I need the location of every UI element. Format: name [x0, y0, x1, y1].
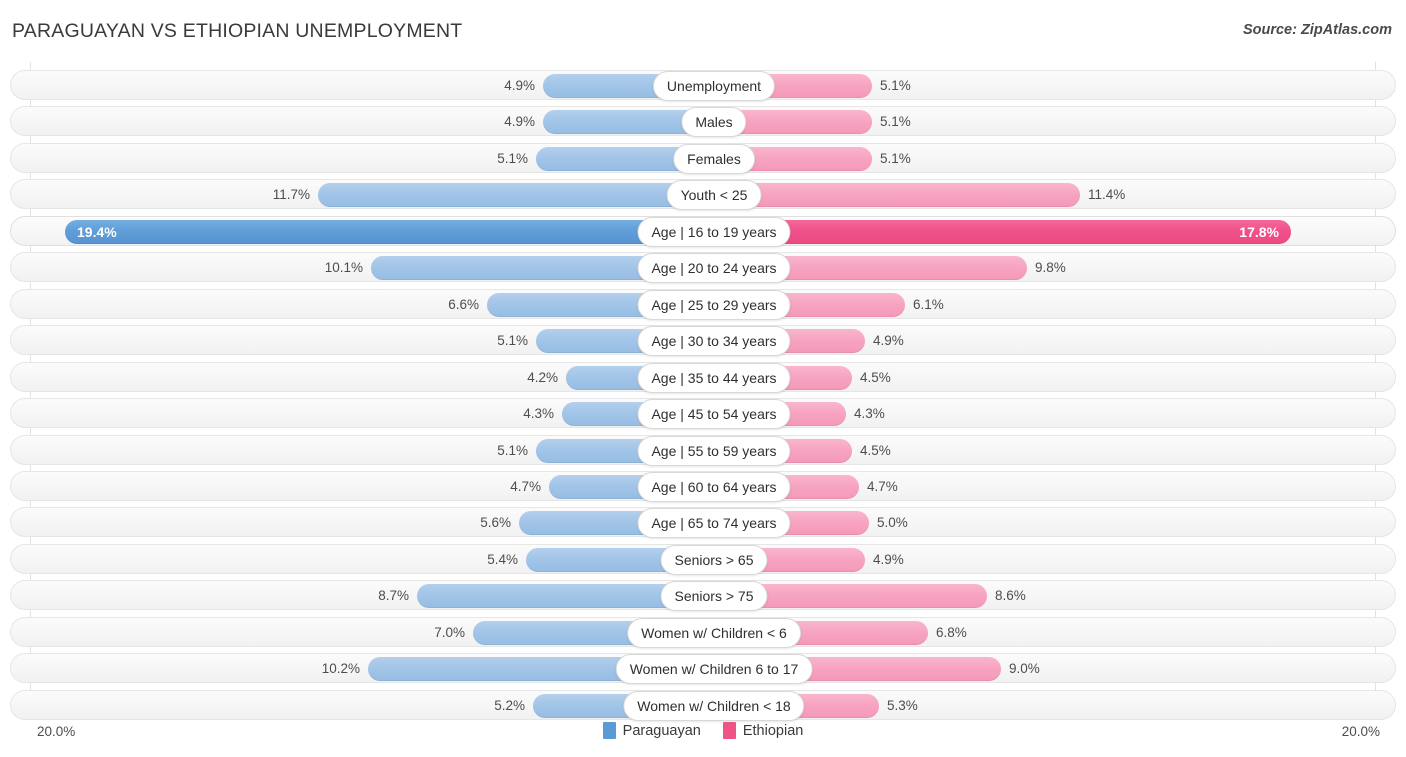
- value-label-ethiopian: 4.3%: [854, 406, 885, 422]
- table-row[interactable]: 8.7% 8.6% Seniors > 75: [10, 580, 1396, 612]
- chart-header: PARAGUAYAN VS ETHIOPIAN UNEMPLOYMENT Sou…: [0, 0, 1406, 62]
- table-row[interactable]: 7.0% 6.8% Women w/ Children < 6: [10, 616, 1396, 648]
- chart-legend: Paraguayan Ethiopian: [0, 722, 1406, 739]
- table-row[interactable]: 10.1% 9.8% Age | 20 to 24 years: [10, 252, 1396, 284]
- bar-paraguayan: [543, 110, 704, 135]
- value-label-ethiopian: 11.4%: [1088, 187, 1126, 203]
- category-label-pill[interactable]: Women w/ Children 6 to 17: [615, 654, 813, 685]
- value-label-paraguayan: 4.9%: [504, 114, 535, 130]
- table-row[interactable]: 5.6% 5.0% Age | 65 to 74 years: [10, 507, 1396, 539]
- value-label-paraguayan: 5.1%: [497, 333, 528, 349]
- legend-swatch-icon: [722, 722, 736, 739]
- category-label-pill[interactable]: Women w/ Children < 6: [627, 617, 801, 648]
- chart-plot-area: 4.9% 5.1% Unemployment 4.9% 5.1% Males 5.1% 5.1…: [0, 62, 1406, 721]
- category-label-pill[interactable]: Age | 25 to 29 years: [637, 289, 791, 320]
- value-label-paraguayan: 7.0%: [434, 624, 465, 640]
- value-label-ethiopian: 4.9%: [873, 333, 904, 349]
- bar-paraguayan: [318, 183, 704, 208]
- value-label-paraguayan: 5.1%: [497, 442, 528, 458]
- value-label-paraguayan: 4.2%: [527, 369, 558, 385]
- value-label-ethiopian: 4.5%: [860, 442, 891, 458]
- value-label-paraguayan: 8.7%: [378, 588, 409, 604]
- value-label-paraguayan: 6.6%: [448, 296, 479, 312]
- value-label-ethiopian: 5.1%: [880, 78, 911, 93]
- category-label-pill[interactable]: Age | 55 to 59 years: [637, 435, 791, 466]
- legend-swatch-icon: [602, 722, 616, 739]
- legend-label: Paraguayan: [622, 722, 701, 739]
- category-label-pill[interactable]: Seniors > 65: [660, 544, 768, 575]
- table-row[interactable]: 4.7% 4.7% Age | 60 to 64 years: [10, 470, 1396, 502]
- table-row[interactable]: 5.1% 4.9% Age | 30 to 34 years: [10, 325, 1396, 357]
- table-row[interactable]: 6.6% 6.1% Age | 25 to 29 years: [10, 288, 1396, 320]
- category-label-pill[interactable]: Females: [673, 143, 755, 174]
- value-label-ethiopian: 6.8%: [936, 624, 967, 640]
- legend-label: Ethiopian: [742, 722, 804, 739]
- table-row[interactable]: 4.9% 5.1% Unemployment: [10, 70, 1396, 101]
- category-label-pill[interactable]: Age | 45 to 54 years: [637, 399, 791, 430]
- legend-item[interactable]: Ethiopian: [722, 722, 804, 739]
- category-label-pill[interactable]: Youth < 25: [666, 180, 762, 211]
- axis-max-label: 20.0%: [1341, 724, 1380, 739]
- value-label-paraguayan: 4.9%: [504, 78, 535, 93]
- value-label-ethiopian: 6.1%: [913, 296, 944, 312]
- table-row[interactable]: 5.1% 5.1% Females: [10, 142, 1396, 174]
- category-label-pill[interactable]: Age | 60 to 64 years: [637, 471, 791, 502]
- value-label-paraguayan: 19.4%: [77, 223, 117, 240]
- value-label-ethiopian: 17.8%: [1239, 223, 1279, 240]
- value-label-ethiopian: 5.1%: [880, 114, 911, 130]
- value-label-ethiopian: 4.5%: [860, 369, 891, 385]
- value-label-paraguayan: 5.2%: [494, 697, 525, 713]
- value-label-ethiopian: 9.0%: [1009, 661, 1040, 677]
- value-label-paraguayan: 5.1%: [497, 150, 528, 166]
- table-row[interactable]: 5.4% 4.9% Seniors > 65: [10, 543, 1396, 575]
- category-label-pill[interactable]: Age | 35 to 44 years: [637, 362, 791, 393]
- category-label-pill[interactable]: Seniors > 75: [660, 581, 768, 612]
- value-label-paraguayan: 10.1%: [324, 260, 363, 276]
- value-label-paraguayan: 4.7%: [510, 478, 541, 494]
- table-row[interactable]: 4.9% 5.1% Males: [10, 106, 1396, 138]
- category-label-pill[interactable]: Males: [681, 107, 747, 138]
- legend-item[interactable]: Paraguayan: [602, 722, 701, 739]
- table-row[interactable]: 4.3% 4.3% Age | 45 to 54 years: [10, 398, 1396, 430]
- value-label-paraguayan: 4.3%: [523, 406, 554, 422]
- value-label-ethiopian: 9.8%: [1035, 260, 1066, 276]
- value-label-paraguayan: 11.7%: [272, 187, 310, 203]
- category-label-pill[interactable]: Women w/ Children < 18: [623, 690, 805, 721]
- table-row[interactable]: 10.2% 9.0% Women w/ Children 6 to 17: [10, 653, 1396, 685]
- page-title: PARAGUAYAN VS ETHIOPIAN UNEMPLOYMENT: [12, 20, 463, 42]
- value-label-ethiopian: 8.6%: [995, 588, 1026, 604]
- category-label-pill[interactable]: Age | 30 to 34 years: [637, 326, 791, 357]
- table-row[interactable]: 5.2% 5.3% Women w/ Children < 18: [10, 689, 1396, 721]
- table-row[interactable]: 5.1% 4.5% Age | 55 to 59 years: [10, 434, 1396, 466]
- category-label-pill[interactable]: Unemployment: [652, 71, 776, 101]
- value-label-ethiopian: 4.9%: [873, 551, 904, 567]
- chart-footer: 20.0% Paraguayan Ethiopian 20.0%: [0, 719, 1406, 757]
- value-label-paraguayan: 5.4%: [487, 551, 518, 567]
- source-label: Source: ZipAtlas.com: [1242, 22, 1392, 38]
- value-label-ethiopian: 5.0%: [877, 515, 908, 531]
- category-label-pill[interactable]: Age | 16 to 19 years: [637, 216, 791, 247]
- value-label-paraguayan: 10.2%: [321, 661, 360, 677]
- category-label-pill[interactable]: Age | 65 to 74 years: [637, 508, 791, 539]
- table-row[interactable]: 11.7% 11.4% Youth < 25: [10, 179, 1396, 211]
- table-row[interactable]: 19.4% 17.8% Age | 16 to 19 years: [10, 215, 1396, 247]
- value-label-paraguayan: 5.6%: [480, 515, 511, 531]
- value-label-ethiopian: 5.3%: [887, 697, 918, 713]
- table-row[interactable]: 4.2% 4.5% Age | 35 to 44 years: [10, 361, 1396, 393]
- value-label-ethiopian: 5.1%: [880, 150, 911, 166]
- value-label-ethiopian: 4.7%: [867, 478, 898, 494]
- category-label-pill[interactable]: Age | 20 to 24 years: [637, 253, 791, 284]
